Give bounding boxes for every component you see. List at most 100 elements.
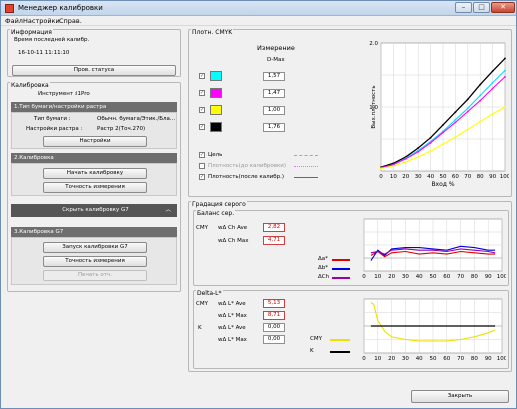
data-point (466, 107, 469, 110)
balance-legend-swatch-0 (332, 259, 350, 261)
legend-label-1: Плотность(до калибровки) (208, 163, 287, 169)
data-point (392, 164, 395, 167)
start-calibration-button[interactable]: Начать калибровку (43, 168, 147, 179)
data-point (479, 94, 482, 97)
x-tick-label: 90 (485, 356, 492, 362)
l-cmy-ave-label: wΔ L* Ave (218, 301, 246, 307)
delta-legend-label-0: CMY (310, 336, 322, 342)
l-cmy-ave-value: 5,13 (263, 299, 285, 308)
legend-label-2: Плотность(после калибр.) (208, 174, 284, 180)
calibration-group: Калибровка Инструмент : i1Pro 1.Тип бума… (7, 82, 181, 292)
info-group-title: Информация (10, 29, 53, 36)
data-point (454, 118, 457, 121)
check-status-button[interactable]: Пров. статуса (12, 65, 176, 76)
settings-button[interactable]: Настройки (43, 136, 147, 147)
data-point (479, 83, 482, 86)
data-point (417, 147, 420, 149)
measurement-accuracy-button[interactable]: Точность измерения (43, 182, 147, 193)
menu-help[interactable]: Справ. (59, 17, 82, 25)
data-point (380, 167, 382, 170)
data-point (429, 150, 432, 153)
legend-checkbox-0[interactable]: ✓ (199, 152, 205, 158)
data-point (466, 128, 469, 131)
channel-checkbox-k[interactable]: ✓ (199, 124, 205, 130)
channel-swatch-c (210, 71, 222, 81)
data-point (454, 111, 457, 114)
balance-legend-swatch-2 (332, 277, 350, 279)
close-button[interactable]: Закрыть (411, 390, 509, 403)
start-g7-calibration-button[interactable]: Запуск калибровки G7 (43, 242, 147, 253)
legend-checkbox-1[interactable] (199, 163, 205, 169)
density-group: Плотн. CMYK Измерение D-Max ✓ 1,57 ✓ 1,47 ✓ 1… (188, 29, 512, 197)
x-tick-label: 20 (388, 274, 395, 280)
l-cmy-max-value: 8,71 (263, 311, 285, 320)
gray-group: Градация серого Баланс сер. CMY wΔ Ch Av… (188, 201, 512, 372)
x-tick-label: 70 (457, 274, 464, 280)
data-point (454, 136, 457, 138)
title-bar: Менеджер калибровки – □ ✕ (1, 1, 516, 16)
x-tick-label: 100 (497, 274, 506, 280)
x-tick-label: 20 (402, 174, 409, 180)
l-k-ave-value: 0,00 (263, 323, 285, 332)
step3-panel: Запуск калибровки G7 Точность измерения … (11, 237, 177, 285)
balance-legend-swatch-1 (332, 268, 350, 270)
data-point (454, 121, 457, 124)
minimize-button[interactable]: – (455, 2, 472, 13)
x-tick-label: 90 (489, 174, 496, 180)
app-icon (5, 4, 14, 13)
gray-balance-group: Баланс сер. CMY wΔ Ch Ave 2,82 wΔ Ch Max… (193, 210, 509, 286)
gray-balance-chart: 0 10 20 30 40 50 60 70 80 90 100 (358, 215, 508, 282)
x-tick-label: 50 (430, 274, 437, 280)
x-tick-label: 30 (415, 174, 422, 180)
x-tick-label: 50 (430, 356, 437, 362)
info-group: Информация Время последней калибр. 16-10… (7, 29, 181, 77)
channel-swatch-k (210, 122, 222, 132)
x-tick-label: 40 (427, 174, 434, 180)
x-tick-label: 60 (443, 356, 450, 362)
ch-max-value: 4,71 (263, 236, 285, 245)
x-tick-label: 100 (497, 356, 506, 362)
data-point (491, 81, 494, 84)
data-point (504, 106, 506, 108)
data-point (442, 131, 444, 134)
raster-label: Настройки растра : (26, 126, 83, 132)
g7-measurement-accuracy-button[interactable]: Точность измерения (43, 256, 147, 267)
x-tick-label: 80 (477, 174, 484, 180)
x-tick-label: 70 (464, 174, 471, 180)
maximize-button[interactable]: □ (473, 2, 490, 13)
instrument-label: Инструмент : (38, 91, 77, 97)
x-tick-label: 10 (374, 274, 381, 280)
hide-g7-toggle[interactable]: Скрыть калибровку G7 ︿ (11, 204, 177, 217)
x-tick-label: 70 (457, 356, 464, 362)
y-tick-label: 2.0 (369, 41, 378, 47)
measurement-header: Измерение (257, 44, 295, 52)
paper-type-value: Обычн. бумага/Этик./Бла... (97, 116, 176, 122)
data-point (491, 70, 494, 73)
y-axis-label: Вых.плотность (371, 85, 377, 128)
ch-ave-label: wΔ Ch Ave (218, 225, 248, 231)
menu-settings[interactable]: Настройки (23, 17, 60, 25)
hide-g7-label: Скрыть калибровку G7 (62, 207, 129, 213)
step1-panel: Тип бумаги : Обычн. бумага/Этик./Бла... … (11, 112, 177, 149)
channel-checkbox-m[interactable]: ✓ (199, 90, 205, 96)
data-point (479, 120, 482, 123)
data-point (491, 87, 494, 90)
channel-swatch-y (210, 105, 222, 115)
legend-checkbox-2[interactable]: ✓ (199, 174, 205, 180)
channel-checkbox-y[interactable]: ✓ (199, 107, 205, 113)
l-k-ave-label: wΔ L* Ave (218, 325, 246, 331)
x-tick-label: 50 (440, 174, 447, 180)
menu-file[interactable]: Файл (5, 17, 23, 25)
balance-legend-label-0: Δa* (318, 256, 328, 262)
density-chart-svg: 01020304050607080901001.02.0Вход %Вых.пл… (369, 41, 510, 188)
delta-legend-label-1: K (310, 348, 314, 354)
data-point (442, 124, 444, 126)
window-title: Менеджер калибровки (18, 4, 103, 12)
channel-checkbox-c[interactable]: ✓ (199, 73, 205, 79)
print-report-button[interactable]: Печать отч. (43, 270, 147, 281)
close-window-button[interactable]: ✕ (491, 2, 515, 13)
x-tick-label: 30 (402, 274, 409, 280)
menu-bar: Файл Настройки Справ. (1, 16, 516, 26)
x-tick-label: 40 (416, 356, 423, 362)
density-group-title: Плотн. CMYK (191, 29, 234, 36)
